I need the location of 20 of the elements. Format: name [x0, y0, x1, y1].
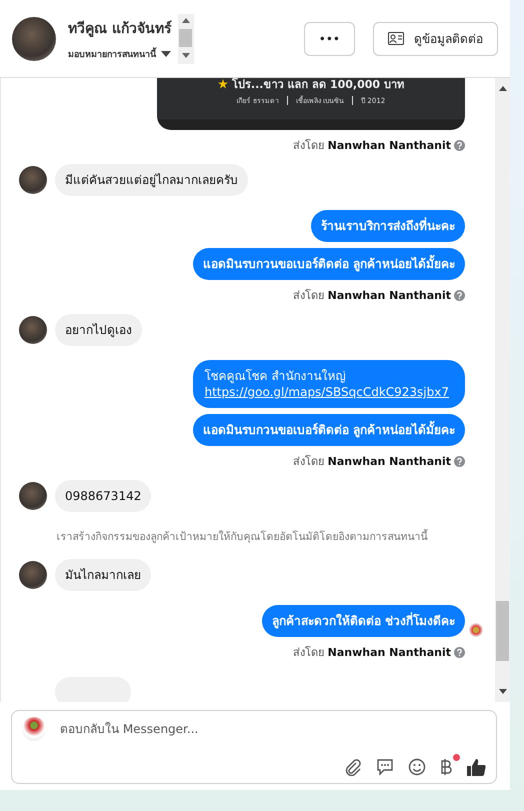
system-notice: เราสร้างกิจกรรมของลูกค้าเป้าหมายให้กับคุณโดยอัตโนมัติโดยอิงตามการสนทนานี้: [56, 528, 428, 545]
outgoing-message: แอดมินรบกวนขอเบอร์ติดต่อ ลูกค้าหน่อยได้มั้ยคะ: [192, 248, 465, 280]
more-options-button[interactable]: •••: [304, 22, 355, 56]
sent-by-label: ส่งโดย Nanwhan Nanthanit: [293, 454, 451, 470]
incoming-message: มีแต่คันสวยแต่อยู่ไกลมากเลยครับ: [55, 164, 248, 196]
message-text: โชคคูณโชค สำนักงานใหญ่: [204, 368, 346, 384]
incoming-message: 0988673142: [55, 480, 152, 512]
sent-by-label: ส่งโดย Nanwhan Nanthanit: [293, 645, 451, 661]
contact-name: ทวีคูณ แก้วจันทร์: [68, 20, 172, 38]
sent-by-label: ส่งโดย Nanwhan Nanthanit: [293, 138, 451, 154]
listing-title: โปร...ขาว แลก ลด 100,000 บาท: [218, 78, 404, 91]
outgoing-message: ลูกค้าสะดวกให้ติดต่อ ช่วงกี่โมงดีคะ: [262, 605, 465, 637]
outgoing-message: ร้านเราบริการส่งถึงที่นะคะ: [311, 210, 465, 242]
incoming-message: มันไกลมากเลย: [55, 559, 151, 591]
incoming-message: อยากไปดูเอง: [55, 314, 142, 346]
view-contact-button[interactable]: ดูข้อมูลติดต่อ: [373, 22, 498, 56]
assign-conversation-dropdown[interactable]: มอบหมายการสนทนานี้: [68, 46, 172, 60]
map-link[interactable]: https://goo.gl/maps/SBSqcCdkC923sjbx7: [204, 384, 449, 400]
sent-by-label: ส่งโดย Nanwhan Nanthanit: [293, 288, 451, 304]
outgoing-message: แอดมินรบกวนขอเบอร์ติดต่อ ลูกค้าหน่อยได้มั้ยคะ: [192, 414, 465, 446]
